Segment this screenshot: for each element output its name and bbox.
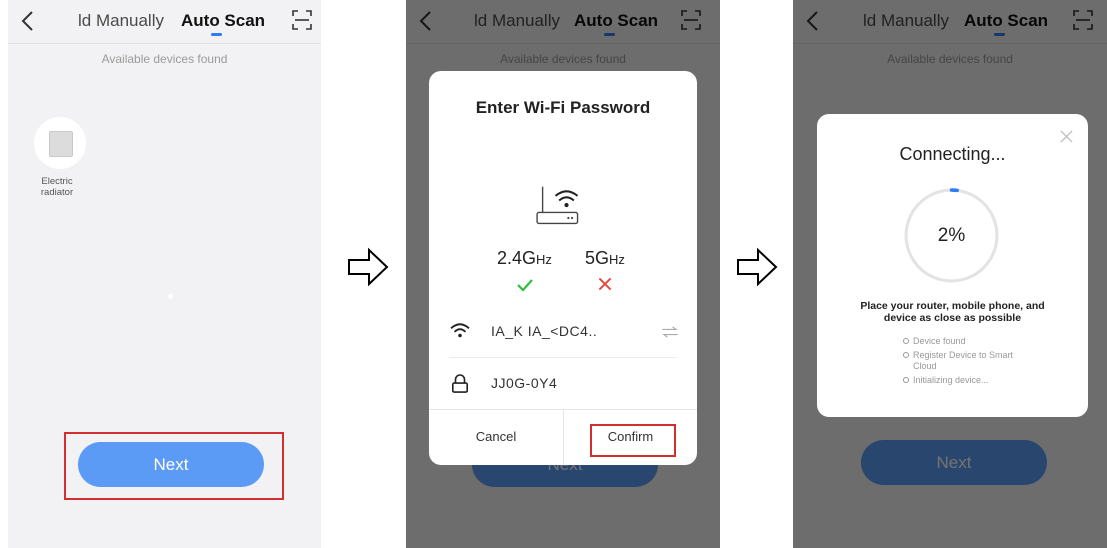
band-24ghz-main: 2.4G	[497, 248, 537, 268]
flow-arrow-icon	[737, 247, 778, 287]
connecting-screen: ld Manually Auto Scan Available devices …	[793, 0, 1107, 548]
device-name: Electric radiator	[40, 176, 74, 198]
radiator-image	[49, 131, 73, 157]
proximity-advice: Place your router, mobile phone, and dev…	[860, 300, 1045, 324]
band-5ghz-main: 5G	[585, 248, 610, 268]
step-label: Device found	[913, 336, 966, 346]
band-24ghz: 2.4GHz	[497, 248, 552, 269]
top-bar: ld Manually Auto Scan	[8, 0, 321, 44]
wifi-ssid: IA_K IA_<DC4..	[491, 323, 598, 339]
check-icon	[517, 279, 533, 292]
password-field[interactable]: JJ0G-0Y4	[491, 375, 557, 391]
step-label: Register Device to Smart Cloud	[913, 350, 1014, 371]
step-bullet-icon	[903, 377, 909, 383]
cancel-button[interactable]: Cancel	[429, 409, 563, 465]
connecting-dialog: Connecting... 2% Place your router, mobi…	[817, 114, 1088, 417]
step-list: Device found Register Device to Smart Cl…	[903, 336, 1033, 386]
back-chevron-icon[interactable]	[18, 9, 38, 33]
wifi-password-screen: ld Manually Auto Scan Available devices …	[406, 0, 720, 548]
next-button[interactable]: Next	[78, 442, 264, 487]
dialog-title: Enter Wi-Fi Password	[475, 98, 651, 117]
lock-icon	[451, 374, 469, 393]
tab-manual[interactable]: ld Manually	[78, 11, 164, 31]
step-bullet-icon	[903, 352, 909, 358]
scan-code-icon[interactable]	[292, 10, 312, 30]
close-icon[interactable]	[1060, 130, 1073, 143]
confirm-button[interactable]: Confirm	[564, 409, 697, 465]
cross-icon	[598, 277, 612, 291]
scan-screen: ld Manually Auto Scan Available devices …	[8, 0, 321, 548]
connecting-title: Connecting...	[899, 144, 1006, 164]
device-avatar	[34, 117, 86, 169]
step-bullet-icon	[903, 338, 909, 344]
router-icon	[536, 186, 579, 225]
tab-auto-scan[interactable]: Auto Scan	[181, 11, 265, 31]
device-tile[interactable]: Electric radiator	[32, 117, 90, 198]
band-5ghz-unit: Hz	[609, 252, 625, 267]
divider	[449, 357, 677, 358]
wifi-icon	[450, 323, 470, 338]
loading-dot	[168, 294, 173, 299]
step-item: Device found	[903, 336, 1033, 347]
step-item: Initializing device...	[903, 375, 1033, 386]
switch-network-icon[interactable]	[661, 326, 679, 338]
step-item: Register Device to Smart Cloud	[903, 350, 1033, 372]
band-5ghz: 5GHz	[585, 248, 625, 269]
flow-arrow-icon	[348, 247, 389, 287]
available-devices-text: Available devices found	[101, 52, 228, 66]
active-tab-indicator	[211, 33, 222, 36]
wifi-password-dialog: Enter Wi-Fi Password 2.4GHz 5GHz IA_K IA…	[429, 71, 697, 465]
progress-percent: 2%	[937, 225, 966, 246]
band-24ghz-unit: Hz	[536, 252, 552, 267]
step-label: Initializing device...	[913, 375, 989, 385]
